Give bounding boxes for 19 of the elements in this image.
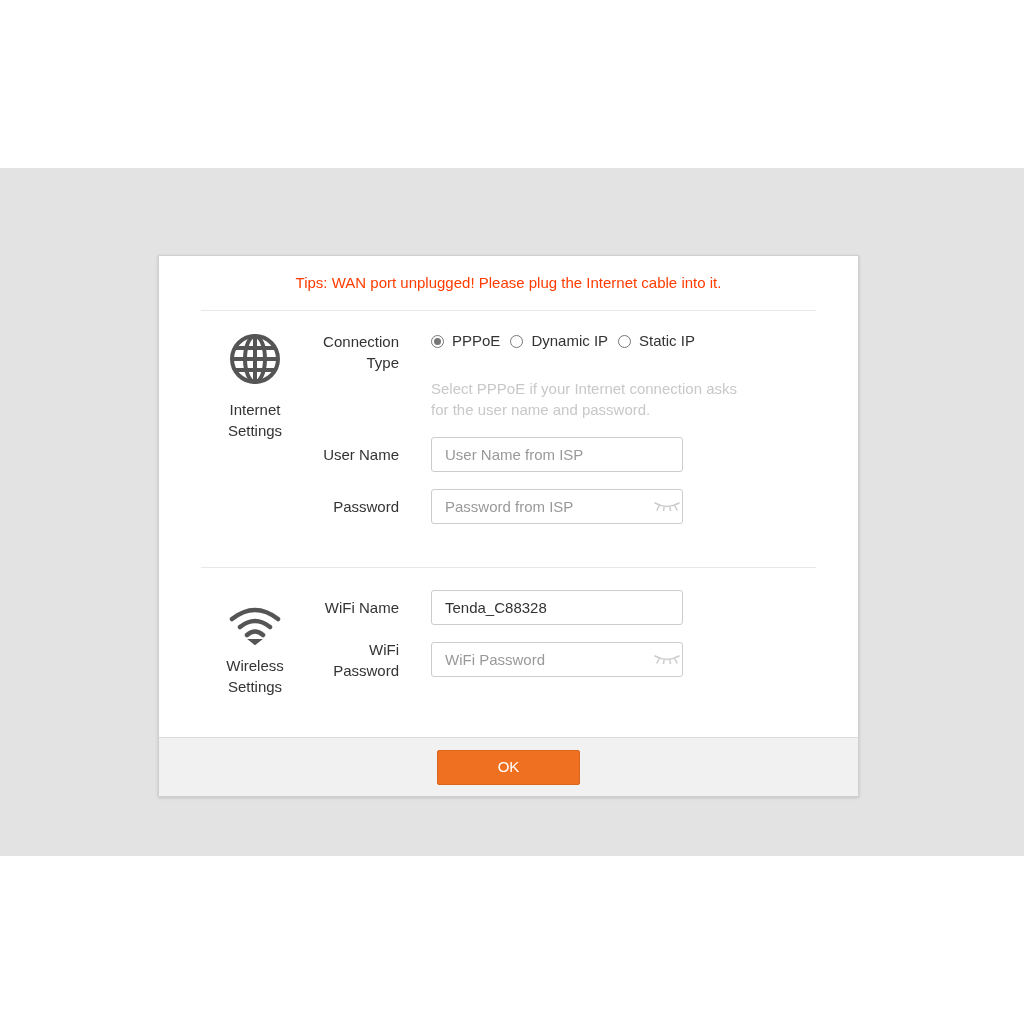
- field-label: WiFi Password: [332, 639, 399, 681]
- radio-option[interactable]: Static IP: [618, 330, 695, 353]
- radio-option[interactable]: Dynamic IP: [510, 330, 609, 353]
- section-title: Internet Settings: [226, 400, 284, 441]
- wifi-icon: [229, 607, 281, 645]
- radio-option[interactable]: PPPoE: [431, 330, 501, 353]
- field-label: User Name: [323, 445, 399, 465]
- closed-eye-icon: [654, 501, 680, 511]
- warning-tip: Tips: WAN port unplugged! Please plug the Internet cable into it.: [295, 272, 722, 293]
- field-label: Password: [333, 497, 399, 517]
- password-field[interactable]: WiFi Password: [431, 642, 683, 677]
- text-field[interactable]: Tenda_C88328: [431, 590, 683, 625]
- section-title: Wireless Settings: [225, 656, 285, 697]
- text-field[interactable]: User Name from ISP: [431, 437, 683, 472]
- field-label: Connection Type: [322, 332, 399, 373]
- field-label: WiFi Name: [324, 598, 399, 618]
- globe-icon: [229, 333, 281, 385]
- password-field[interactable]: Password from ISP: [431, 489, 683, 524]
- closed-eye-icon: [654, 654, 680, 664]
